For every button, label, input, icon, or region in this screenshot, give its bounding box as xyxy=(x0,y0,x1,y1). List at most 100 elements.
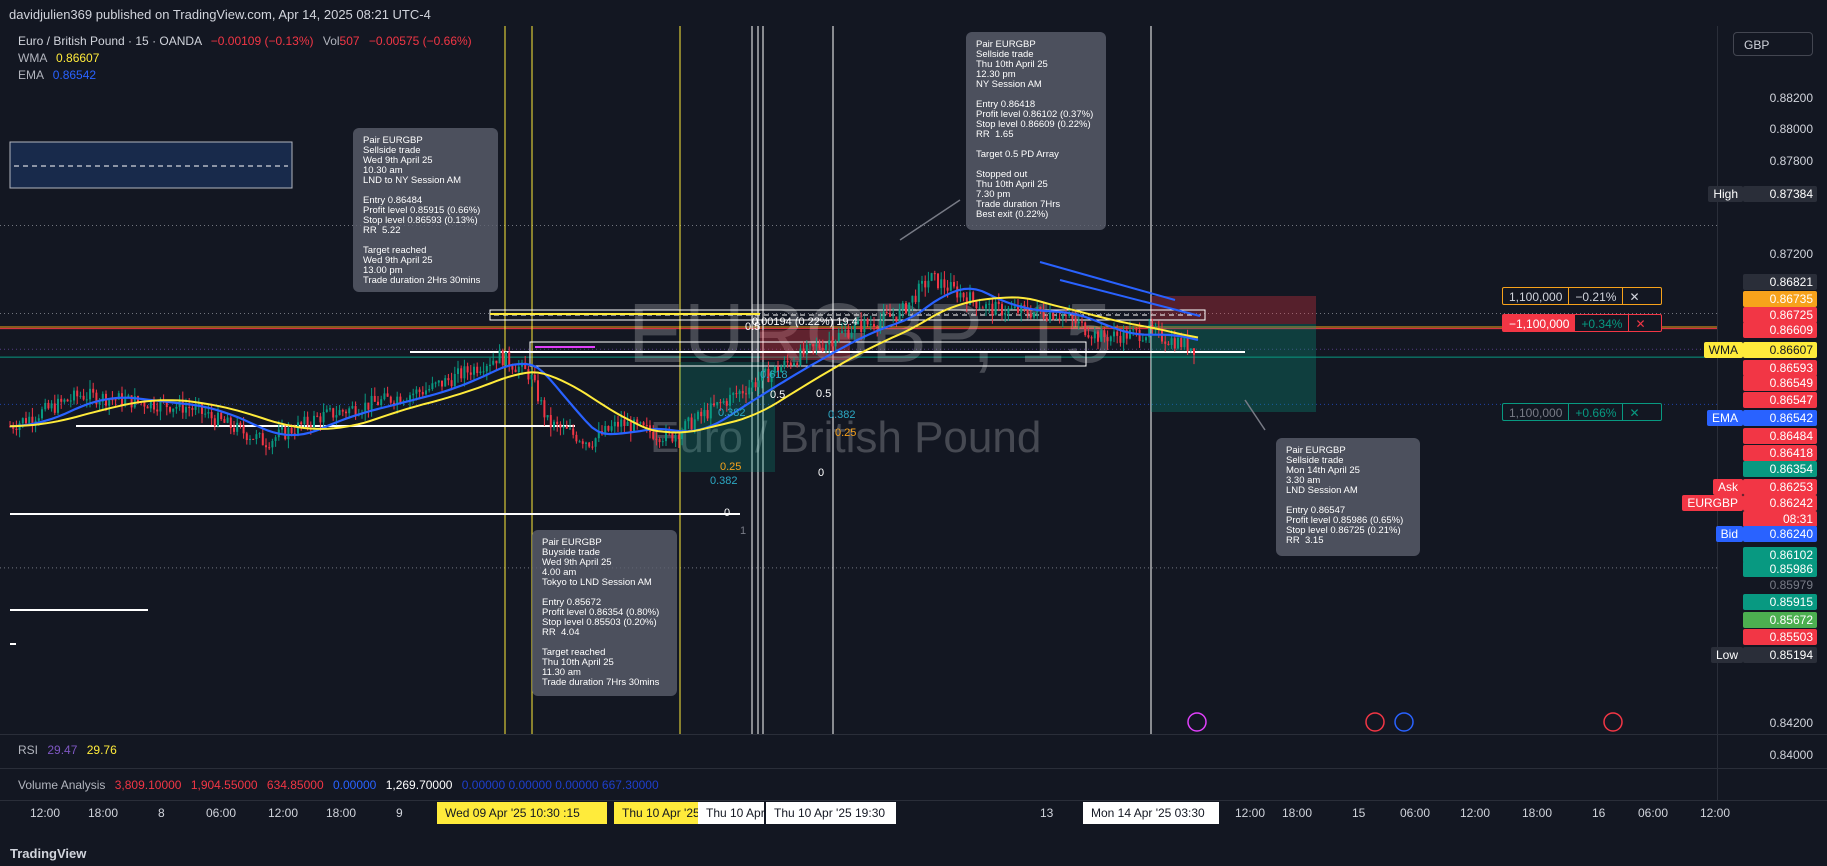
vol-change: −0.00575 (−0.66%) xyxy=(368,34,472,48)
va-value-5: 1,269.70000 xyxy=(385,778,453,792)
price-label: 0.85194 xyxy=(1743,647,1817,663)
close-icon[interactable]: ✕ xyxy=(1628,315,1651,331)
position-long[interactable]: 1,100,000 −0.21% ✕ xyxy=(1502,287,1662,305)
candle xyxy=(591,441,594,450)
time-tick: 12:00 xyxy=(1460,806,1491,820)
candle xyxy=(389,395,392,406)
position-target[interactable]: 1,100,000 +0.66% ✕ xyxy=(1502,403,1662,421)
candle xyxy=(57,394,59,416)
candle xyxy=(581,438,584,449)
pane-divider xyxy=(0,768,1827,769)
trade-note-3[interactable]: Pair EURGBP Sellside trade Thu 10th Apri… xyxy=(966,32,1106,230)
price-label: 0.86418 xyxy=(1743,445,1817,461)
candle xyxy=(937,273,939,290)
candle xyxy=(31,407,34,433)
price-tick: 0.84000 xyxy=(1769,747,1813,762)
candle xyxy=(498,344,501,364)
fib-label-7: 0 xyxy=(818,467,824,479)
candle xyxy=(610,420,613,433)
va-value-hidden: 0.00000 0.00000 0.00000 667.30000 xyxy=(461,778,659,792)
price-label: 0.86547 xyxy=(1743,392,1817,408)
candle xyxy=(457,360,459,383)
close-icon[interactable]: ✕ xyxy=(1622,288,1645,304)
candle xyxy=(204,407,207,418)
candle xyxy=(82,388,85,401)
trade-note-2[interactable]: Pair EURGBP Buyside trade Wed 9th April … xyxy=(532,530,677,696)
fib-label-10: 0.618 xyxy=(760,369,788,381)
vol-value: 507 xyxy=(339,34,360,48)
rsi-legend[interactable]: RSI 29.47 29.76 xyxy=(18,743,117,757)
candle xyxy=(95,389,98,408)
time-tick: 12:00 xyxy=(30,806,61,820)
event-icon-0 xyxy=(1187,712,1207,732)
candle xyxy=(617,415,619,433)
candle xyxy=(453,366,456,387)
volume-analysis-legend[interactable]: Volume Analysis 3,809.10000 1,904.55000 … xyxy=(18,778,659,792)
symbol-legend: Euro / British Pound · 15 · OANDA −0.001… xyxy=(18,34,472,48)
candle xyxy=(524,356,527,370)
time-tick: 9 xyxy=(396,806,403,820)
time-tick: 15 xyxy=(1352,806,1366,820)
candle xyxy=(114,398,117,407)
va-value-2: 1,904.55000 xyxy=(190,778,258,792)
price-label-tag: EMA xyxy=(1706,410,1743,426)
ema-value: 0.86542 xyxy=(52,68,97,82)
candle xyxy=(172,408,175,418)
ema-legend[interactable]: EMA 0.86542 xyxy=(18,68,96,82)
candle xyxy=(949,273,952,292)
price-chart[interactable]: EURGBP, 15Euro / British Pound 0.50.250.… xyxy=(0,0,1827,866)
candle xyxy=(25,411,27,425)
time-highlight: Wed 09 Apr '25 10:30 :15 xyxy=(437,802,607,824)
event-icon-1 xyxy=(1365,712,1385,732)
candle xyxy=(175,403,178,414)
close-icon[interactable]: ✕ xyxy=(1622,404,1645,420)
candle xyxy=(44,398,47,412)
candle xyxy=(469,364,472,381)
footer: TradingView xyxy=(0,840,1827,866)
candle xyxy=(213,414,216,431)
fib-label-3: 0.382 xyxy=(718,407,746,419)
candle xyxy=(66,398,69,402)
price-label: 0.86725 xyxy=(1743,307,1817,323)
fib-label-4: 0.5 xyxy=(816,388,831,400)
trade-note-1[interactable]: Pair EURGBP Sellside trade Wed 9th April… xyxy=(353,128,498,292)
candle xyxy=(79,391,82,399)
fib-label-6: 0.25 xyxy=(835,427,856,439)
candle xyxy=(364,393,367,421)
currency-selector[interactable]: GBP xyxy=(1733,32,1813,56)
event-icon-2 xyxy=(1394,712,1414,732)
candle xyxy=(466,362,469,380)
candle xyxy=(588,441,591,449)
candle xyxy=(252,438,255,440)
candle xyxy=(239,421,242,429)
position-target-qty: 1,100,000 xyxy=(1509,406,1563,420)
wma-legend[interactable]: WMA 0.86607 xyxy=(18,51,99,65)
candle xyxy=(28,412,31,425)
symbol-name: Euro / British Pound · 15 · OANDA xyxy=(18,34,202,48)
price-tick: 0.88000 xyxy=(1769,122,1813,137)
candle xyxy=(12,422,15,434)
candle xyxy=(73,387,75,405)
candle xyxy=(559,421,562,436)
candle xyxy=(533,366,536,383)
time-tick: 18:00 xyxy=(1522,806,1553,820)
time-tick: 12:00 xyxy=(1700,806,1731,820)
candle xyxy=(514,364,517,373)
candle xyxy=(517,360,520,379)
profit-zone xyxy=(1151,324,1316,412)
candle xyxy=(594,437,597,453)
position-short[interactable]: −1,100,000 +0.34% ✕ xyxy=(1502,314,1662,332)
rsi-value-2: 29.76 xyxy=(86,743,117,757)
candle xyxy=(63,398,66,404)
candle xyxy=(386,386,389,397)
candle xyxy=(444,375,447,387)
trade-note-4[interactable]: Pair EURGBP Sellside trade Mon 14th Apri… xyxy=(1276,438,1420,556)
candle xyxy=(41,406,43,420)
candle xyxy=(546,415,549,421)
candle xyxy=(553,419,555,431)
candle xyxy=(76,386,79,405)
rsi-label: RSI xyxy=(18,743,39,757)
candle xyxy=(373,387,376,402)
candle xyxy=(607,425,610,432)
tradingview-logo: TradingView xyxy=(10,846,87,861)
